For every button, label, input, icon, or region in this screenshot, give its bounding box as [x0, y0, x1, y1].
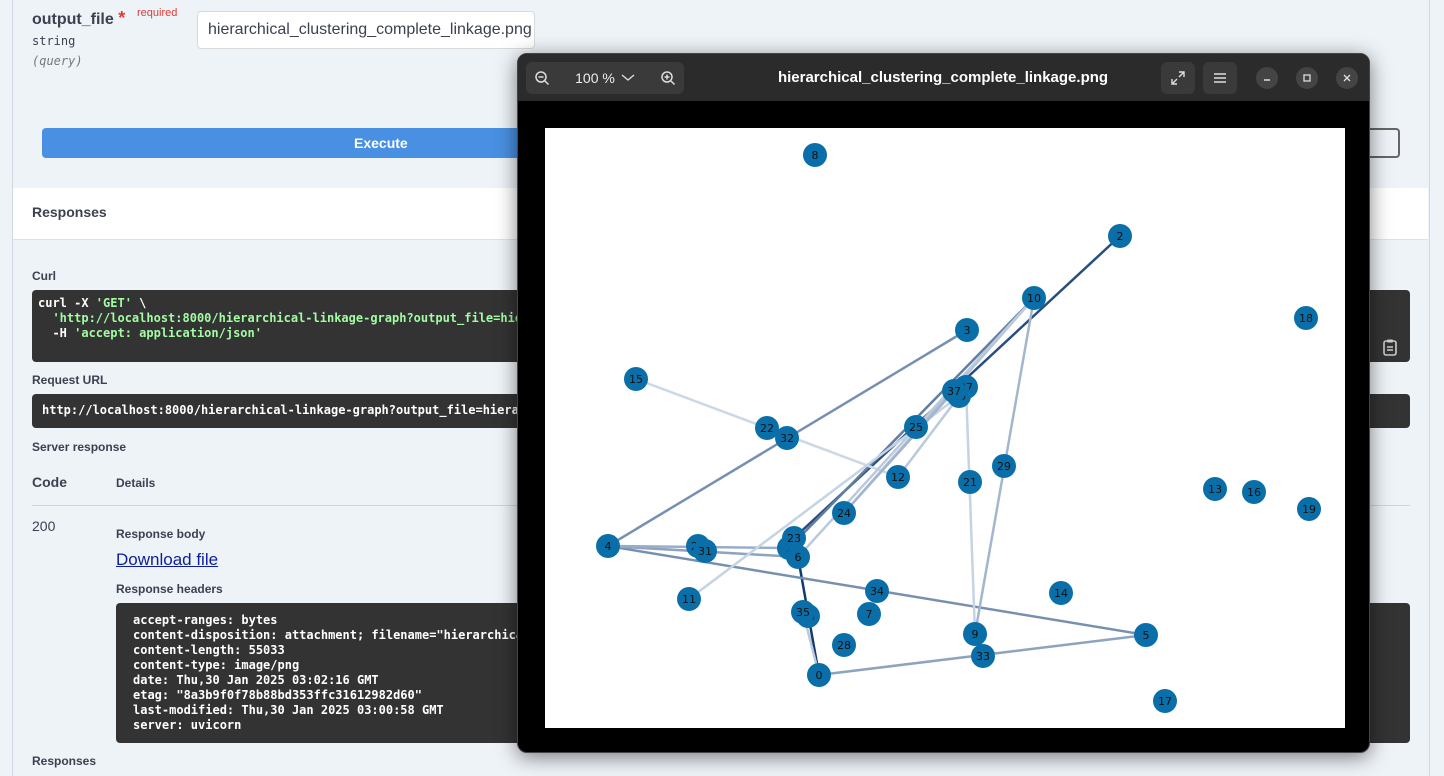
- curl-method: 'GET': [95, 296, 132, 310]
- param-location: (query): [32, 54, 83, 68]
- response-headers-label: Response headers: [116, 582, 223, 596]
- viewer-headerbar: 100 % hierarchical_clustering_complete_l…: [518, 54, 1369, 101]
- graph-node-label: 23: [787, 532, 801, 545]
- graph-node-label: 11: [682, 593, 696, 606]
- graph-node-label: 17: [1158, 695, 1172, 708]
- header-line: last-modified: Thu,30 Jan 2025 03:00:58 …: [133, 703, 444, 717]
- download-file-link[interactable]: Download file: [116, 550, 218, 570]
- header-line: content-length: 55033: [133, 643, 285, 657]
- graph-node-label: 31: [698, 545, 712, 558]
- graph-node-label: 16: [1247, 486, 1261, 499]
- maximize-icon: [1303, 74, 1311, 82]
- graph-node-label: 2: [1117, 230, 1124, 243]
- required-label: required: [137, 7, 178, 19]
- image-viewer-window[interactable]: 100 % hierarchical_clustering_complete_l…: [517, 53, 1370, 753]
- graph-node-label: 5: [1143, 629, 1150, 642]
- server-response-label: Server response: [32, 440, 127, 454]
- graph-node-label: 29: [997, 460, 1011, 473]
- graph-node-label: 15: [629, 373, 643, 386]
- viewer-title: hierarchical_clustering_complete_linkage…: [777, 69, 1109, 86]
- graph-node-label: 24: [837, 507, 851, 520]
- graph-node-label: 13: [1208, 483, 1222, 496]
- zoom-level: 100 %: [575, 70, 615, 86]
- menu-button[interactable]: [1203, 62, 1237, 94]
- zoom-out-icon: [535, 71, 550, 86]
- response-body-label: Response body: [116, 527, 206, 541]
- curl-header-flag: -H: [38, 326, 75, 340]
- linkage-graph: 0123456789101112131415161718192021222324…: [596, 143, 1321, 713]
- graph-node-label: 33: [976, 650, 990, 663]
- request-url-label: Request URL: [32, 373, 108, 387]
- zoom-out-button[interactable]: [526, 62, 558, 94]
- zoom-in-button[interactable]: [652, 62, 684, 94]
- curl-header: 'accept: application/json': [74, 326, 262, 340]
- image-canvas: 0123456789101112131415161718192021222324…: [545, 128, 1345, 728]
- curl-label: Curl: [32, 269, 56, 283]
- graph-node-label: 0: [816, 669, 823, 682]
- graph-node-label: 22: [760, 422, 774, 435]
- header-line: server: uvicorn: [133, 718, 242, 732]
- clipboard-icon[interactable]: [1381, 338, 1399, 356]
- zoom-in-icon: [661, 71, 676, 86]
- zoom-controls: 100 %: [526, 62, 684, 94]
- output-file-input[interactable]: hierarchical_clustering_complete_linkage…: [197, 11, 535, 49]
- graph-node-label: 14: [1054, 587, 1068, 600]
- graph-node-label: 28: [837, 639, 851, 652]
- maximize-button[interactable]: [1296, 67, 1318, 89]
- header-line: etag: "8a3b9f0f78b88bd353ffc31612982d60": [133, 688, 422, 702]
- fullscreen-button[interactable]: [1161, 62, 1195, 94]
- close-button[interactable]: [1336, 67, 1358, 89]
- graph-node-label: 34: [870, 585, 884, 598]
- graph-node-label: 12: [891, 471, 905, 484]
- details-header: Details: [116, 476, 156, 490]
- graph-edge: [964, 386, 977, 635]
- execute-label: Execute: [354, 135, 408, 151]
- graph-node-label: 3: [964, 324, 971, 337]
- graph-node-label: 18: [1299, 312, 1313, 325]
- status-code: 200: [32, 518, 56, 534]
- param-type: string: [32, 34, 76, 48]
- graph-node-label: 35: [796, 606, 810, 619]
- header-line: content-type: image/png: [133, 658, 300, 672]
- curl-cmd: curl -X: [38, 296, 96, 310]
- minimize-button[interactable]: [1256, 67, 1278, 89]
- header-line: accept-ranges: bytes: [133, 613, 278, 627]
- graph-node-label: 32: [780, 432, 794, 445]
- zoom-level-dropdown[interactable]: 100 %: [562, 62, 648, 94]
- close-icon: [1343, 74, 1351, 82]
- graph-node-label: 25: [909, 421, 923, 434]
- chevron-down-icon: [621, 74, 635, 81]
- graph-node-label: 9: [972, 628, 979, 641]
- graph-node-label: 8: [812, 149, 819, 162]
- fullscreen-icon: [1171, 71, 1185, 85]
- header-line: date: Thu,30 Jan 2025 03:02:16 GMT: [133, 673, 379, 687]
- responses-bottom-label: Responses: [32, 754, 97, 768]
- graph-node-label: 7: [866, 608, 873, 621]
- graph-edge: [843, 390, 955, 514]
- menu-icon: [1214, 73, 1226, 83]
- param-name: output_file *: [32, 8, 126, 28]
- code-header: Code: [32, 474, 67, 490]
- curl-continue: \: [131, 296, 147, 310]
- graph-node-label: 19: [1302, 503, 1316, 516]
- responses-title: Responses: [32, 204, 107, 220]
- graph-node-label: 37: [947, 385, 961, 398]
- graph-node-label: 6: [795, 551, 802, 564]
- graph-node-label: 10: [1027, 292, 1041, 305]
- graph-node-label: 21: [963, 476, 977, 489]
- graph-node-label: 4: [605, 540, 612, 553]
- required-star: *: [118, 8, 126, 28]
- minimize-icon: [1264, 79, 1270, 81]
